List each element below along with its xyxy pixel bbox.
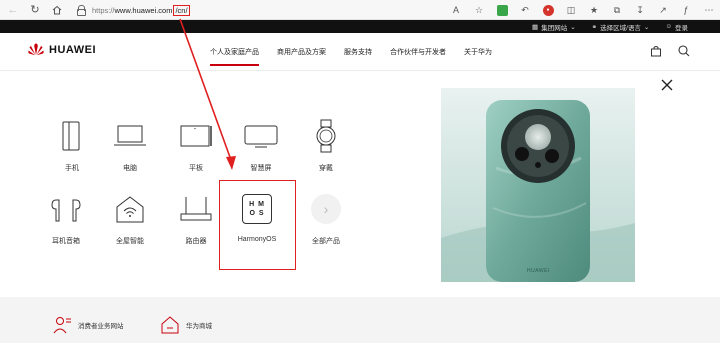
consumer-site-link[interactable]: 消费者业务网站 xyxy=(52,315,124,335)
close-icon[interactable] xyxy=(660,78,674,92)
phone-brand-text: HUAWEI xyxy=(527,268,550,274)
consumer-site-label: 消费者业务网站 xyxy=(78,323,124,330)
store-house-icon xyxy=(161,316,179,334)
footer-links-bar: 消费者业务网站 华为商城 xyxy=(0,297,720,343)
vmall-label: 华为商城 xyxy=(186,323,212,330)
user-card-icon xyxy=(53,317,71,334)
promo-phone-image[interactable]: HUAWEI xyxy=(441,88,635,282)
vmall-link[interactable]: 华为商城 xyxy=(160,315,212,335)
page: ← ↻ https:// www.huawei.com /cn/ A ☆ ↶ ●… xyxy=(0,0,720,343)
